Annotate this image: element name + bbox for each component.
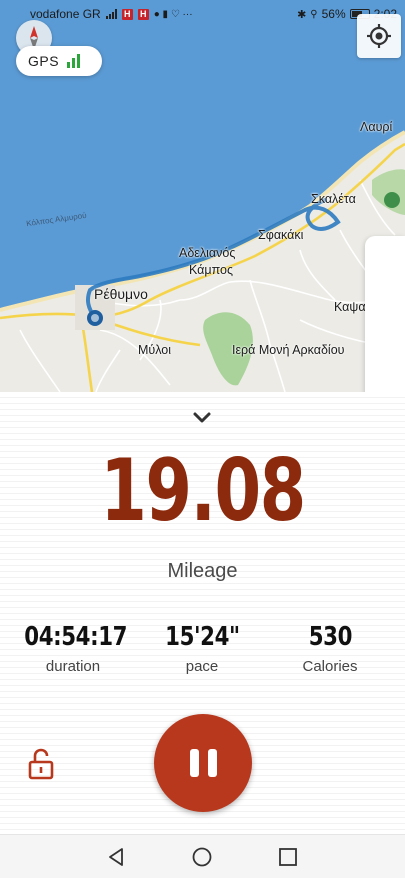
system-nav-bar: [0, 834, 405, 878]
location-icon: ⚲: [310, 8, 318, 20]
duration-metric: 04:54:17 duration: [13, 622, 133, 675]
locate-me-button[interactable]: [357, 14, 401, 58]
collapse-button[interactable]: [190, 406, 214, 430]
pause-icon-bar-right: [207, 749, 217, 777]
gps-status: GPS: [16, 46, 102, 76]
map-label-sfakaki: Σφακάκι: [258, 228, 304, 242]
pause-button[interactable]: [154, 714, 252, 812]
map-label-lavrio: Λαυρί: [360, 120, 393, 134]
signal-icon: [105, 9, 117, 19]
map-label-monastery: Ιερά Μονή Αρκαδίου: [232, 343, 345, 357]
calories-metric: 530 Calories: [270, 622, 390, 675]
duration-label: duration: [45, 658, 101, 675]
home-circle-icon: [192, 847, 212, 867]
bluetooth-icon: ✱: [297, 8, 307, 21]
map-label-kampos: Κάμπος: [189, 263, 234, 277]
back-button[interactable]: [104, 845, 128, 869]
recents-button[interactable]: [276, 845, 300, 869]
chevron-down-icon: [193, 412, 211, 423]
notification-icons: ● ▮ ♡ ···: [153, 8, 193, 20]
crosshair-icon: [367, 24, 391, 48]
gps-signal-icon: [67, 54, 81, 68]
pace-metric: 15'24" pace: [142, 622, 262, 675]
map-label-adelianos: Αδελιανός: [179, 246, 236, 260]
map-label-rethymno: Ρέθυμνο: [94, 286, 148, 302]
status-bar: vodafone GR H H ● ▮ ♡ ··· ✱ ⚲ 56% 2:02: [0, 0, 405, 28]
recents-square-icon: [279, 848, 297, 866]
network-h-icon: H: [121, 8, 133, 20]
duration-value: 04:54:17: [24, 622, 128, 652]
calories-label: Calories: [302, 658, 358, 675]
workout-stats-panel: 19.08 Mileage 04:54:17 duration 15'24" p…: [0, 392, 405, 834]
pause-icon-bar-left: [189, 749, 199, 777]
mileage-value: 19.08: [100, 441, 306, 541]
battery-percent: 56%: [321, 7, 346, 21]
map-label-myloi: Μύλοι: [138, 343, 172, 357]
unlock-button[interactable]: [26, 748, 56, 780]
pace-value: 15'24": [164, 622, 240, 652]
calories-value: 530: [308, 622, 352, 652]
unlock-icon: [28, 748, 54, 780]
mileage-label: Mileage: [167, 560, 238, 582]
map-view[interactable]: vodafone GR H H ● ▮ ♡ ··· ✱ ⚲ 56% 2:02 G…: [0, 0, 405, 392]
pace-label: pace: [185, 658, 219, 675]
map-label-skaleta: Σκαλέτα: [311, 192, 356, 206]
back-triangle-icon: [109, 848, 123, 866]
carrier-name: vodafone GR: [30, 7, 101, 21]
network-h-icon-2: H: [137, 8, 149, 20]
gps-label: GPS: [28, 53, 60, 69]
home-button[interactable]: [190, 845, 214, 869]
